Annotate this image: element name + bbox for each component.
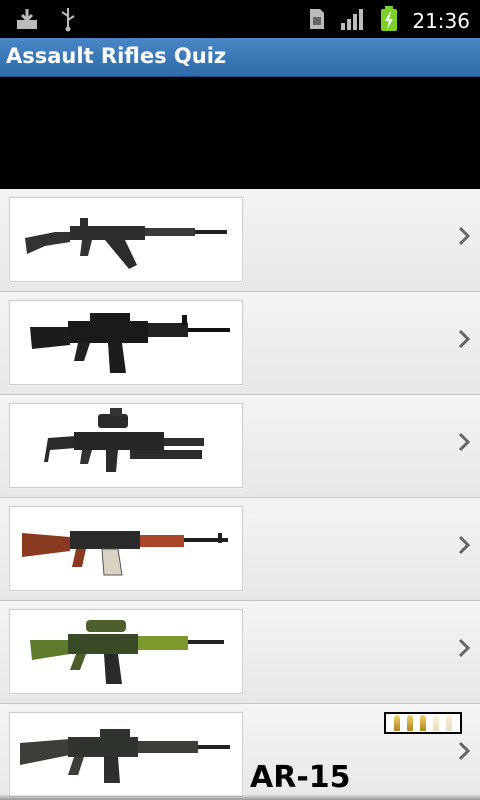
chevron-right-icon <box>458 432 470 452</box>
usb-icon <box>58 6 78 36</box>
rifle-list: AR-15 <box>0 189 480 800</box>
list-item[interactable] <box>0 189 480 292</box>
ad-banner[interactable] <box>0 77 480 189</box>
chevron-right-icon <box>458 535 470 555</box>
bullet-icon <box>406 715 413 731</box>
list-item[interactable] <box>0 292 480 395</box>
rifle-thumbnail-4 <box>9 506 243 591</box>
bullet-icon <box>393 715 400 731</box>
list-item[interactable]: AR-15 <box>0 704 480 800</box>
sim-card-icon <box>308 7 326 35</box>
ammo-indicator <box>384 712 462 734</box>
clock: 21:36 <box>412 9 470 33</box>
battery-charging-icon <box>380 6 398 36</box>
rifle-thumbnail-6 <box>9 712 243 797</box>
list-item[interactable] <box>0 601 480 704</box>
rifle-thumbnail-2 <box>9 300 243 385</box>
app-title: Assault Rifles Quiz <box>6 44 227 68</box>
signal-icon <box>340 7 366 35</box>
rifle-thumbnail-1 <box>9 197 243 282</box>
bullet-icon <box>446 715 453 731</box>
rifle-thumbnail-5 <box>9 609 243 694</box>
bullet-icon <box>433 715 440 731</box>
chevron-right-icon <box>458 638 470 658</box>
chevron-right-icon <box>458 226 470 246</box>
status-bar: 21:36 <box>0 0 480 38</box>
title-bar: Assault Rifles Quiz <box>0 38 480 77</box>
list-item[interactable] <box>0 498 480 601</box>
bullet-icon <box>419 715 426 731</box>
chevron-right-icon <box>458 741 470 761</box>
chevron-right-icon <box>458 329 470 349</box>
rifle-thumbnail-3 <box>9 403 243 488</box>
answer-label: AR-15 <box>250 760 351 795</box>
download-icon <box>14 6 40 36</box>
bottom-edge-shadow <box>0 794 480 800</box>
list-item[interactable] <box>0 395 480 498</box>
